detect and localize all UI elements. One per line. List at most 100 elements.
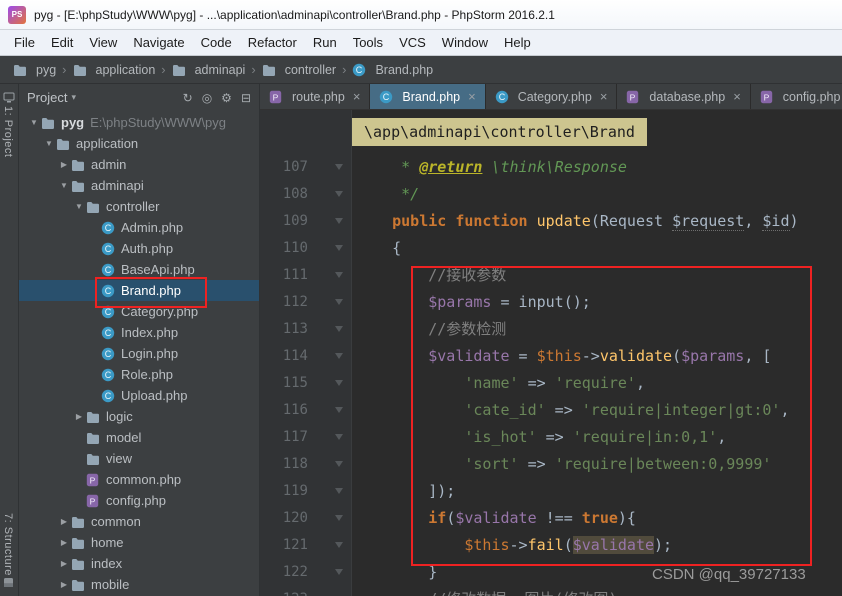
collapse-all-icon[interactable]: ⊟ (241, 91, 251, 105)
fold-arrow-icon[interactable] (308, 451, 352, 478)
tree-item-controller[interactable]: ▼ controller (19, 196, 259, 217)
breadcrumb-pyg[interactable]: pyg (10, 63, 59, 77)
tree-item-category-php[interactable]: C Category.php (19, 301, 259, 322)
chevron-collapsed-icon[interactable]: ▶ (57, 559, 71, 568)
tree-item-auth-php[interactable]: C Auth.php (19, 238, 259, 259)
menu-help[interactable]: Help (496, 32, 539, 53)
menu-file[interactable]: File (6, 32, 43, 53)
tree-item-config-php[interactable]: Pconfig.php (19, 490, 259, 511)
chevron-expanded-icon[interactable]: ▼ (57, 181, 71, 190)
tree-item-brand-php[interactable]: C Brand.php (19, 280, 259, 301)
menu-run[interactable]: Run (305, 32, 345, 53)
chevron-collapsed-icon[interactable]: ▶ (57, 160, 71, 169)
line-number[interactable]: 109 (260, 208, 308, 235)
line-number[interactable]: 122 (260, 559, 308, 586)
fold-arrow-icon[interactable] (308, 478, 352, 505)
toolwindow-switcher-icon[interactable] (3, 575, 14, 593)
tool-strip-project-label[interactable]: 1: Project (2, 106, 14, 157)
code-text[interactable]: 'is_hot' => 'require|in:0,1', (352, 424, 726, 451)
line-number[interactable]: 107 (260, 154, 308, 181)
line-number[interactable]: 118 (260, 451, 308, 478)
code-text[interactable]: * @return \think\Response (352, 154, 627, 181)
code-area[interactable]: 107 * @return \think\Response 108 */109 p… (260, 110, 842, 596)
tree-item-baseapi-php[interactable]: C BaseApi.php (19, 259, 259, 280)
tool-strip-structure-label[interactable]: 7: Structure (2, 513, 14, 576)
code-text[interactable]: { (352, 235, 401, 262)
close-icon[interactable]: × (600, 89, 608, 104)
code-text[interactable]: 'sort' => 'require|between:0,9999' (352, 451, 771, 478)
line-number[interactable]: 110 (260, 235, 308, 262)
line-number[interactable]: 120 (260, 505, 308, 532)
fold-arrow-icon[interactable] (308, 532, 352, 559)
code-text[interactable]: //参数检测 (352, 316, 506, 343)
breadcrumb-controller[interactable]: controller (259, 63, 339, 77)
close-icon[interactable]: × (468, 89, 476, 104)
close-icon[interactable]: × (353, 89, 361, 104)
fold-arrow-icon[interactable] (308, 154, 352, 181)
gear-icon[interactable]: ⚙ (221, 91, 232, 105)
breadcrumb-brand-php[interactable]: C Brand.php (349, 63, 436, 77)
close-icon[interactable]: × (733, 89, 741, 104)
fold-arrow-icon[interactable] (308, 316, 352, 343)
code-text[interactable]: public function update(Request $request,… (352, 208, 799, 235)
menu-tools[interactable]: Tools (345, 32, 391, 53)
panel-title[interactable]: Project (27, 90, 67, 105)
chevron-collapsed-icon[interactable]: ▶ (57, 538, 71, 547)
tree-item-common[interactable]: ▶ common (19, 511, 259, 532)
tree-item-application[interactable]: ▼ application (19, 133, 259, 154)
tree-item-home[interactable]: ▶ home (19, 532, 259, 553)
chevron-collapsed-icon[interactable]: ▶ (57, 580, 71, 589)
line-number[interactable]: 108 (260, 181, 308, 208)
tab-category-php[interactable]: C Category.php × (486, 84, 618, 109)
chevron-expanded-icon[interactable]: ▼ (27, 118, 41, 127)
tree-item-admin-php[interactable]: C Admin.php (19, 217, 259, 238)
code-text[interactable]: $params = input(); (352, 289, 591, 316)
fold-arrow-icon[interactable] (308, 208, 352, 235)
code-text[interactable]: //接收参数 (352, 262, 506, 289)
fold-arrow-icon[interactable] (308, 370, 352, 397)
tree-item-pyg[interactable]: ▼ pyg E:\phpStudy\WWW\pyg (19, 112, 259, 133)
fold-arrow-icon[interactable] (308, 424, 352, 451)
fold-arrow-icon[interactable] (308, 343, 352, 370)
menu-code[interactable]: Code (193, 32, 240, 53)
fold-arrow-icon[interactable] (308, 505, 352, 532)
menu-refactor[interactable]: Refactor (240, 32, 305, 53)
line-number[interactable]: 119 (260, 478, 308, 505)
tree-item-index-php[interactable]: C Index.php (19, 322, 259, 343)
breadcrumb-application[interactable]: application (70, 63, 159, 77)
breadcrumb-adminapi[interactable]: adminapi (169, 63, 249, 77)
chevron-collapsed-icon[interactable]: ▶ (72, 412, 86, 421)
code-text[interactable]: //修改数据--图片(修改图) (352, 586, 617, 596)
tab-database-php[interactable]: Pdatabase.php × (617, 84, 751, 109)
tab-route-php[interactable]: Proute.php × (260, 84, 371, 109)
tree-item-index[interactable]: ▶ index (19, 553, 259, 574)
line-number[interactable]: 112 (260, 289, 308, 316)
fold-arrow-icon[interactable] (308, 262, 352, 289)
tab-brand-php[interactable]: C Brand.php × (370, 84, 486, 109)
line-number[interactable]: 121 (260, 532, 308, 559)
line-number[interactable]: 117 (260, 424, 308, 451)
fold-arrow-icon[interactable] (308, 289, 352, 316)
line-number[interactable]: 115 (260, 370, 308, 397)
chevron-expanded-icon[interactable]: ▼ (42, 139, 56, 148)
locate-icon[interactable]: ◎ (202, 91, 212, 105)
fold-arrow-icon[interactable] (308, 181, 352, 208)
chevron-down-icon[interactable]: ▾ (71, 92, 76, 103)
tree-item-model[interactable]: model (19, 427, 259, 448)
menu-view[interactable]: View (81, 32, 125, 53)
menu-vcs[interactable]: VCS (391, 32, 434, 53)
tree-item-upload-php[interactable]: C Upload.php (19, 385, 259, 406)
fold-arrow-icon[interactable] (308, 586, 352, 596)
menu-edit[interactable]: Edit (43, 32, 81, 53)
code-text[interactable]: ]); (352, 478, 455, 505)
tree-item-logic[interactable]: ▶ logic (19, 406, 259, 427)
code-text[interactable]: } (352, 559, 437, 586)
tree-item-adminapi[interactable]: ▼ adminapi (19, 175, 259, 196)
tree-item-login-php[interactable]: C Login.php (19, 343, 259, 364)
code-text[interactable]: if($validate !== true){ (352, 505, 636, 532)
code-text[interactable]: 'cate_id' => 'require|integer|gt:0', (352, 397, 789, 424)
sync-icon[interactable]: ↻ (183, 91, 193, 105)
tab-config-php[interactable]: Pconfig.php× (751, 84, 842, 109)
menu-window[interactable]: Window (434, 32, 496, 53)
tree-item-common-php[interactable]: Pcommon.php (19, 469, 259, 490)
